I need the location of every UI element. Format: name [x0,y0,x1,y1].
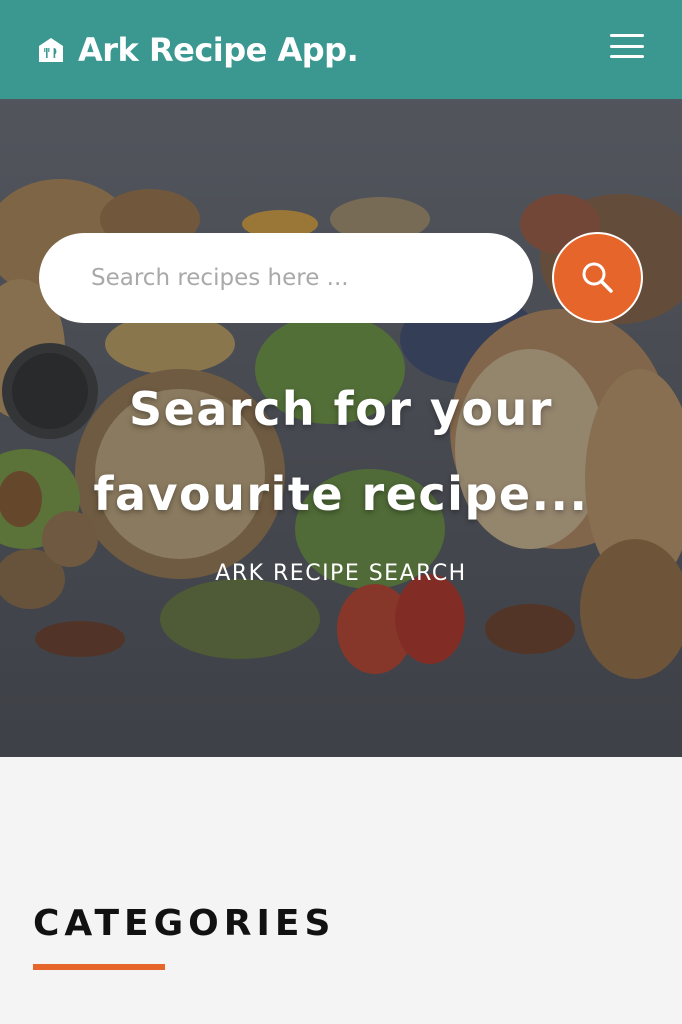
hamburger-menu-icon[interactable] [610,34,644,58]
categories-title: CATEGORIES [33,903,336,944]
hero-subtitle: ARK RECIPE SEARCH [215,561,467,586]
hero-heading: Search for your favourite recipe... [0,367,682,537]
top-navbar: Ark Recipe App. [0,0,682,99]
search-icon [582,262,613,293]
search-button[interactable] [552,232,643,323]
brand-link[interactable]: Ark Recipe App. [38,30,359,69]
search-input[interactable] [39,233,533,323]
hero-heading-line-1: Search for your [129,382,553,436]
app-title: Ark Recipe App. [78,30,359,69]
home-food-icon [39,37,63,62]
categories-section: CATEGORIES [0,757,682,1024]
menu-bar [610,44,644,48]
hero-heading-line-2: favourite recipe... [93,467,589,521]
menu-bar [610,34,644,37]
categories-underline [33,964,165,970]
hero-section: Search for your favourite recipe... ARK … [0,99,682,757]
menu-bar [610,55,644,58]
